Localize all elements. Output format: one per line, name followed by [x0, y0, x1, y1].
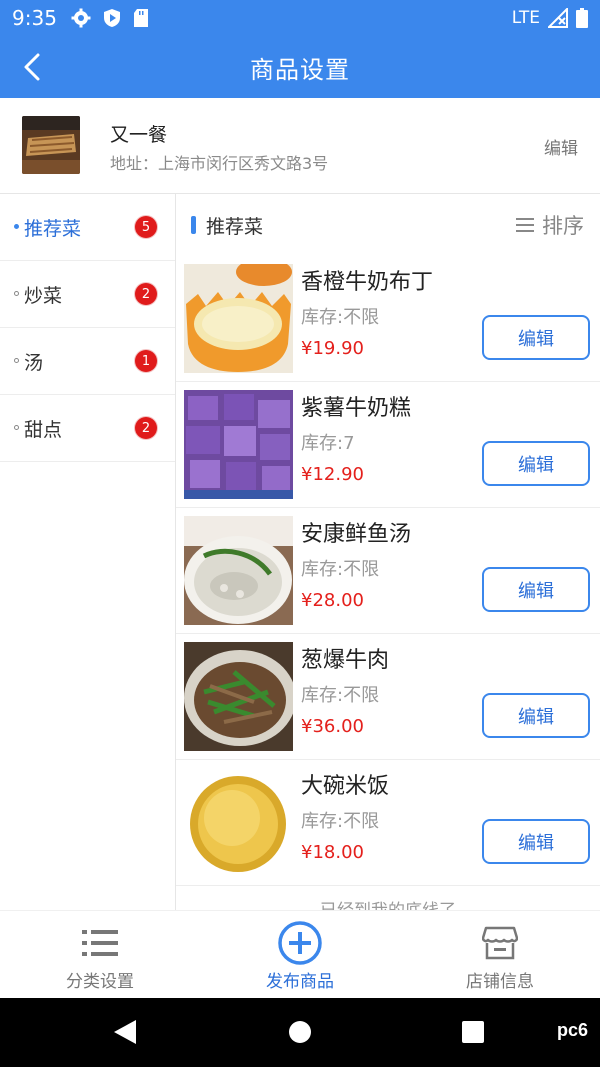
battery-icon	[576, 8, 588, 28]
product-price: ¥36.00	[301, 716, 364, 737]
product-price: ¥18.00	[301, 842, 364, 863]
menu-lines-icon	[516, 218, 534, 232]
category-item-recommended[interactable]: 推荐菜 5	[0, 194, 175, 261]
store-edit-link[interactable]: 编辑	[544, 134, 578, 159]
sort-label: 排序	[542, 214, 584, 238]
product-price: ¥12.90	[301, 464, 364, 485]
product-image-rice-bowl	[184, 768, 293, 877]
category-label: 甜点	[24, 418, 63, 441]
bullet-dot	[14, 358, 19, 363]
product-row: 安康鲜鱼汤 库存:不限 ¥28.00 编辑	[176, 508, 600, 634]
product-name: 紫薯牛奶糕	[301, 396, 412, 421]
store-icon	[482, 926, 518, 960]
product-stock: 库存:7	[301, 433, 355, 454]
category-label: 炒菜	[24, 284, 63, 307]
product-stock: 库存:不限	[301, 685, 380, 706]
product-image-orange-pudding	[184, 264, 293, 373]
product-image-purple-cake	[184, 390, 293, 499]
store-thumbnail	[22, 116, 80, 174]
product-row: 葱爆牛肉 库存:不限 ¥36.00 编辑	[176, 634, 600, 760]
product-stock: 库存:不限	[301, 559, 380, 580]
edit-product-button[interactable]: 编辑	[482, 441, 590, 486]
bullet-dot	[14, 291, 19, 296]
store-info: 又一餐 地址：上海市闵行区秀文路3号 编辑	[0, 98, 600, 194]
tab-category-settings[interactable]: 分类设置	[0, 911, 200, 999]
category-label: 汤	[24, 351, 44, 374]
product-image-scallion-beef	[184, 642, 293, 751]
edit-product-button[interactable]: 编辑	[482, 693, 590, 738]
product-stock: 库存:不限	[301, 811, 380, 832]
store-name: 又一餐	[110, 124, 168, 146]
product-image-fish-soup	[184, 516, 293, 625]
page-title: 商品设置	[250, 55, 350, 84]
nav-recents-icon[interactable]	[461, 1020, 485, 1044]
tab-label: 店铺信息	[466, 972, 534, 992]
tab-label: 分类设置	[66, 972, 134, 992]
bottom-tab-bar: 分类设置 发布商品 店铺信息	[0, 910, 600, 999]
count-badge: 2	[135, 283, 157, 305]
tab-publish-product[interactable]: 发布商品	[200, 911, 400, 999]
product-price: ¥19.90	[301, 338, 364, 359]
product-row: 紫薯牛奶糕 库存:7 ¥12.90 编辑	[176, 382, 600, 508]
tab-store-info[interactable]: 店铺信息	[400, 911, 600, 999]
app-bar: 商品设置	[0, 36, 600, 98]
nav-back-icon[interactable]	[112, 1018, 138, 1046]
system-nav-bar: pc6	[0, 998, 600, 1067]
section-title: 推荐菜	[206, 216, 264, 238]
sort-button[interactable]: 排序	[516, 210, 584, 240]
network-type: LTE	[511, 8, 540, 28]
product-list-panel: 推荐菜 排序 香橙牛奶布丁 库存:不限 ¥19.90 编辑 紫薯牛奶糕 库存:7…	[176, 194, 600, 910]
edit-product-button[interactable]: 编辑	[482, 315, 590, 360]
plus-circle-icon	[278, 921, 322, 965]
category-label: 推荐菜	[24, 217, 82, 240]
watermark-logo: pc6	[556, 1020, 588, 1040]
nav-home-icon[interactable]	[287, 1019, 313, 1045]
product-name: 葱爆牛肉	[301, 648, 390, 673]
back-arrow-icon[interactable]	[16, 50, 50, 84]
count-badge: 2	[135, 417, 157, 439]
section-marker	[191, 216, 196, 234]
category-item-dessert[interactable]: 甜点 2	[0, 395, 175, 462]
product-row: 大碗米饭 库存:不限 ¥18.00 编辑	[176, 760, 600, 886]
status-time: 9:35	[12, 6, 57, 30]
count-badge: 1	[135, 350, 157, 372]
status-bar: 9:35 LTE	[0, 0, 600, 36]
list-icon	[82, 930, 118, 956]
settings-icon	[71, 8, 91, 28]
product-name: 大碗米饭	[301, 774, 390, 799]
sd-card-icon	[133, 9, 148, 27]
product-price: ¥28.00	[301, 590, 364, 611]
bullet-dot	[14, 224, 19, 229]
section-header: 推荐菜 排序	[176, 194, 600, 256]
edit-product-button[interactable]: 编辑	[482, 567, 590, 612]
store-address: 地址：上海市闵行区秀文路3号	[110, 154, 329, 173]
category-sidebar: 推荐菜 5 炒菜 2 汤 1 甜点 2	[0, 194, 176, 910]
tab-label: 发布商品	[266, 972, 334, 992]
end-of-list-text: 已经到我的底线了	[176, 896, 600, 910]
product-name: 香橙牛奶布丁	[301, 270, 434, 295]
bullet-dot	[14, 425, 19, 430]
count-badge: 5	[135, 216, 157, 238]
product-name: 安康鲜鱼汤	[301, 522, 412, 547]
signal-icon	[548, 8, 568, 28]
category-item-soup[interactable]: 汤 1	[0, 328, 175, 395]
product-stock: 库存:不限	[301, 307, 380, 328]
edit-product-button[interactable]: 编辑	[482, 819, 590, 864]
category-item-stir-fry[interactable]: 炒菜 2	[0, 261, 175, 328]
product-row: 香橙牛奶布丁 库存:不限 ¥19.90 编辑	[176, 256, 600, 382]
shield-play-icon	[103, 9, 120, 27]
